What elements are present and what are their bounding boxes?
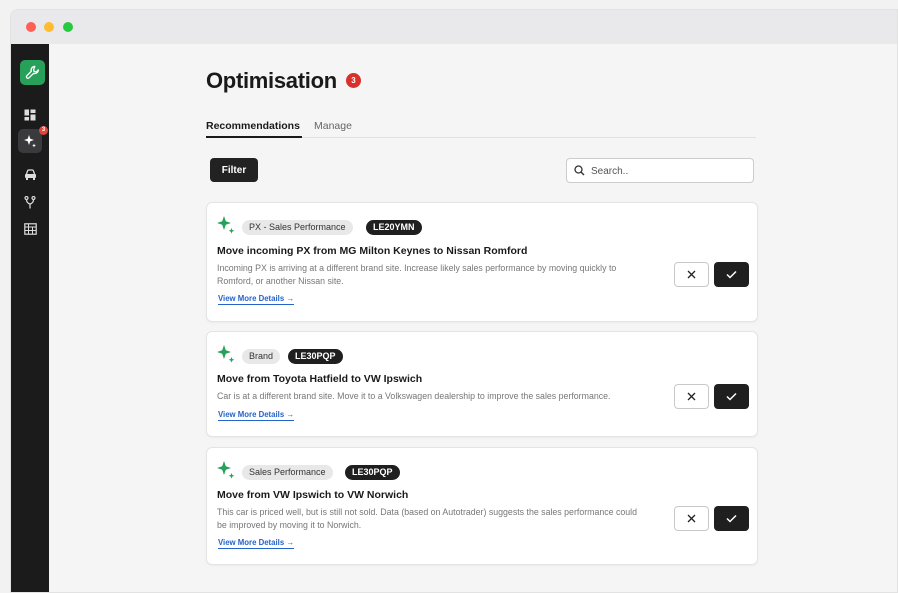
sparkle-icon (217, 345, 235, 363)
card-title: Move from Toyota Hatfield to VW Ipswich (217, 373, 423, 385)
sidebar-item-vehicles[interactable] (18, 163, 42, 187)
sidebar-item-sites[interactable] (18, 217, 42, 241)
minimize-window-button[interactable] (44, 22, 54, 32)
page-title: Optimisation (206, 68, 337, 93)
card-title: Move from VW Ipswich to VW Norwich (217, 489, 409, 501)
plate-tag: LE20YMN (366, 220, 422, 235)
sidebar: 3 (11, 44, 49, 592)
recommendation-card: Sales Performance LE30PQP Move from VW I… (206, 447, 758, 565)
zoom-window-button[interactable] (63, 22, 73, 32)
accept-button[interactable] (714, 384, 749, 409)
category-tag: PX - Sales Performance (242, 220, 353, 235)
recommendation-card: Brand LE30PQP Move from Toyota Hatfield … (206, 331, 758, 437)
wrench-logo-icon (25, 65, 39, 79)
accept-button[interactable] (714, 262, 749, 287)
view-details-link[interactable]: View More Details → (218, 410, 295, 421)
plate-tag: LE30PQP (288, 349, 343, 364)
branch-icon (24, 195, 36, 208)
category-tag: Brand (242, 349, 281, 364)
sparkle-icon (217, 461, 235, 479)
card-description: This car is priced well, but is still no… (217, 507, 638, 530)
sidebar-item-dashboard[interactable] (18, 103, 42, 127)
reject-button[interactable] (674, 384, 709, 409)
check-icon (726, 392, 737, 401)
reject-button[interactable] (674, 262, 709, 287)
app-window: 3 Optimisation 3 Recommendations Manage … (10, 9, 898, 593)
recommendation-card: PX - Sales Performance LE20YMN Move inco… (206, 202, 758, 322)
search-icon (574, 165, 585, 176)
dashboard-icon (24, 109, 36, 121)
main-content: Optimisation 3 Recommendations Manage Fi… (49, 44, 897, 592)
check-icon (726, 514, 737, 523)
plate-tag: LE30PQP (345, 465, 400, 480)
view-details-link[interactable]: View More Details → (218, 538, 295, 549)
sidebar-item-optimisation[interactable] (18, 129, 42, 153)
search-input[interactable] (591, 163, 746, 179)
filter-button[interactable]: Filter (210, 158, 258, 182)
sparkle-icon (217, 216, 235, 234)
close-window-button[interactable] (26, 22, 36, 32)
sidebar-item-routes[interactable] (18, 190, 42, 214)
tab-recommendations[interactable]: Recommendations (206, 120, 302, 138)
card-description: Incoming PX is arriving at a different b… (217, 263, 617, 286)
card-description: Car is at a different brand site. Move i… (217, 391, 611, 401)
car-icon (24, 169, 36, 180)
sidebar-notification-badge: 3 (39, 126, 48, 135)
building-icon (23, 223, 37, 235)
close-icon (687, 392, 696, 401)
title-count-badge: 3 (346, 73, 361, 88)
reject-button[interactable] (674, 506, 709, 531)
sparkle-icon (24, 135, 36, 148)
card-title: Move incoming PX from MG Milton Keynes t… (217, 245, 528, 257)
title-bar (11, 10, 897, 44)
app-logo[interactable] (20, 60, 45, 85)
search-box (566, 158, 754, 183)
close-icon (687, 270, 696, 279)
check-icon (726, 270, 737, 279)
category-tag: Sales Performance (242, 465, 333, 480)
accept-button[interactable] (714, 506, 749, 531)
tab-manage[interactable]: Manage (314, 120, 352, 138)
tab-bar: Recommendations Manage (206, 120, 756, 138)
view-details-link[interactable]: View More Details → (218, 294, 295, 305)
close-icon (687, 514, 696, 523)
